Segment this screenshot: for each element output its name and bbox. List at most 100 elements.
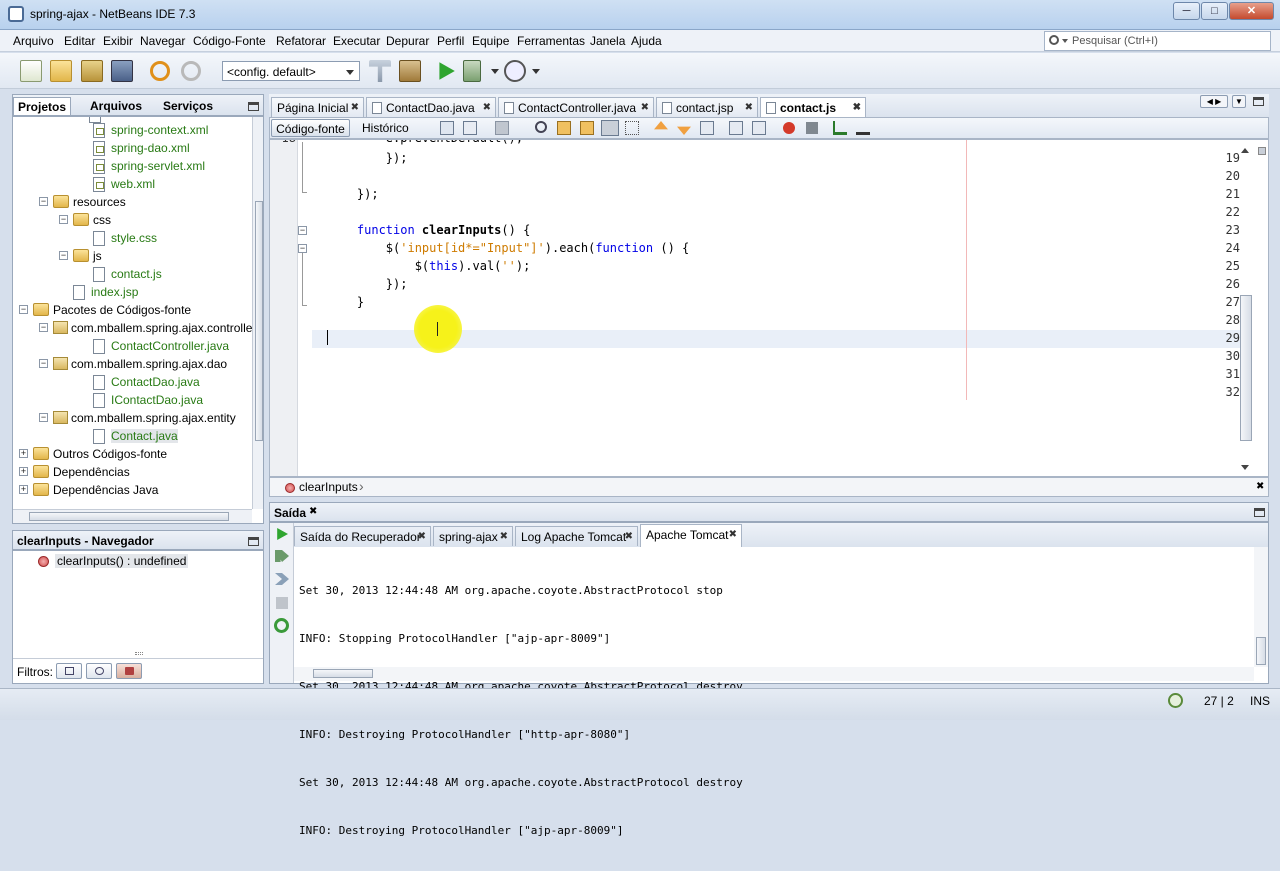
toggle-highlight-icon[interactable] [601, 120, 619, 136]
filter-fields-button[interactable] [56, 663, 82, 679]
filter-static-button[interactable] [86, 663, 112, 679]
close-icon[interactable]: ✖ [351, 102, 359, 113]
collapse-icon[interactable]: − [59, 251, 68, 260]
menu-perfil[interactable]: Perfil [437, 34, 464, 48]
collapse-icon[interactable]: − [19, 305, 28, 314]
menu-arquivo[interactable]: Arquivo [13, 34, 54, 48]
minimize-button[interactable]: ─ [1173, 2, 1200, 20]
close-icon[interactable]: ✖ [309, 506, 317, 517]
chevron-down-icon[interactable]: ▼ [1232, 95, 1246, 108]
find-next-icon[interactable] [580, 121, 594, 135]
tree-item[interactable]: − css [13, 211, 253, 229]
tab-servicos[interactable]: Serviços [159, 97, 217, 115]
tree-item[interactable]: style.css [13, 229, 253, 247]
clean-build-icon[interactable] [399, 60, 421, 82]
tab-historico[interactable]: Histórico [362, 121, 409, 135]
editor-tab-contact-js[interactable]: contact.js ✖ [760, 97, 866, 117]
close-icon[interactable]: ✖ [853, 102, 861, 113]
close-icon[interactable]: ✖ [500, 531, 508, 542]
tree-horizontal-scrollbar[interactable] [13, 509, 252, 523]
tree-item[interactable]: ContactController.java [13, 337, 253, 355]
last-edit-icon[interactable] [440, 121, 454, 135]
find-previous-icon[interactable] [557, 121, 571, 135]
collapse-icon[interactable]: − [39, 197, 48, 206]
menu-executar[interactable]: Executar [333, 34, 380, 48]
scroll-thumb[interactable] [255, 201, 263, 441]
close-icon[interactable]: ✖ [1256, 481, 1264, 492]
scroll-up-icon[interactable] [1241, 148, 1249, 153]
menu-exibir[interactable]: Exibir [103, 34, 133, 48]
filter-private-button[interactable] [116, 663, 142, 679]
close-icon[interactable]: ✖ [641, 102, 649, 113]
stop-icon[interactable] [276, 597, 288, 609]
scroll-thumb[interactable] [313, 669, 373, 678]
tree-item[interactable]: − js [13, 247, 253, 265]
build-hammer-icon[interactable] [369, 60, 391, 82]
tree-vertical-scrollbar[interactable] [252, 117, 263, 509]
scroll-thumb[interactable] [1240, 295, 1252, 441]
tree-item[interactable]: + Dependências [13, 463, 253, 481]
run-icon[interactable] [439, 62, 455, 80]
search-box[interactable]: Pesquisar (Ctrl+I) [1044, 31, 1271, 51]
output-horizontal-scrollbar[interactable] [294, 667, 1254, 681]
start-pattern-icon[interactable] [833, 121, 847, 135]
new-project-icon[interactable] [50, 60, 72, 82]
menu-equipe[interactable]: Equipe [472, 34, 509, 48]
expand-icon[interactable]: + [19, 467, 28, 476]
tab-codigo-fonte[interactable]: Código-fonte [271, 119, 350, 137]
tree-item[interactable]: + Dependências Java [13, 481, 253, 499]
menu-ferramentas[interactable]: Ferramentas [517, 34, 585, 48]
forward-icon[interactable] [495, 121, 509, 135]
output-tab-spring-ajax[interactable]: spring-ajax ✖ [433, 526, 513, 546]
previous-bookmark-icon[interactable] [654, 121, 668, 130]
tree-item[interactable]: − com.mballem.spring.ajax.controller [13, 319, 253, 337]
tree-item[interactable]: contact.js [13, 265, 253, 283]
close-button[interactable]: ✕ [1229, 2, 1274, 20]
output-tab-apache-tomcat[interactable]: Apache Tomcat ✖ [640, 524, 742, 547]
tab-projetos[interactable]: Projetos [13, 97, 72, 115]
output-tab-log-tomcat[interactable]: Log Apache Tomcat ✖ [515, 526, 638, 546]
code-editor[interactable]: e.preventDefault(); 18 19 }); 20 21 }); … [269, 139, 1269, 477]
shift-left-icon[interactable] [729, 121, 743, 135]
tree-item[interactable]: ContactDao.java [13, 373, 253, 391]
find-icon[interactable] [535, 121, 547, 133]
collapse-icon[interactable]: − [39, 323, 48, 332]
tree-item[interactable]: spring-context.xml [13, 121, 253, 139]
minimize-panel-icon[interactable] [1254, 508, 1265, 517]
editor-tab-contact-jsp[interactable]: contact.jsp ✖ [656, 97, 758, 117]
minimize-panel-icon[interactable] [248, 537, 259, 546]
menu-ajuda[interactable]: Ajuda [631, 34, 662, 48]
maximize-editor-icon[interactable] [1253, 97, 1264, 106]
tree-item[interactable]: − com.mballem.spring.ajax.dao [13, 355, 253, 373]
shift-right-icon[interactable] [752, 121, 766, 135]
undo-icon[interactable] [150, 61, 170, 81]
editor-tab-contactdao[interactable]: ContactDao.java ✖ [366, 97, 496, 117]
menu-editar[interactable]: Editar [64, 34, 95, 48]
open-project-icon[interactable] [81, 60, 103, 82]
menu-depurar[interactable]: Depurar [386, 34, 429, 48]
save-all-icon[interactable] [111, 60, 133, 82]
collapse-icon[interactable]: − [59, 215, 68, 224]
collapse-icon[interactable]: − [39, 359, 48, 368]
back-icon[interactable] [463, 121, 477, 135]
tree-item[interactable]: + Outros Códigos-fonte [13, 445, 253, 463]
rerun-with-args-icon[interactable] [275, 550, 289, 562]
scroll-thumb[interactable] [29, 512, 229, 521]
comment-icon[interactable] [856, 121, 870, 135]
menu-refatorar[interactable]: Refatorar [276, 34, 326, 48]
fold-toggle-icon[interactable]: − [298, 244, 307, 253]
tab-arquivos[interactable]: Arquivos [86, 97, 146, 115]
output-tab-recuperador[interactable]: Saída do Recuperador ✖ [294, 526, 431, 546]
profile-icon[interactable] [504, 60, 526, 82]
redo-icon[interactable] [181, 61, 201, 81]
refresh-icon[interactable] [274, 618, 289, 633]
new-file-icon[interactable] [20, 60, 42, 82]
start-macro-icon[interactable] [783, 122, 795, 134]
editor-tab-pagina-inicial[interactable]: Página Inicial ✖ [271, 97, 364, 117]
debug-icon[interactable] [463, 60, 481, 82]
close-icon[interactable]: ✖ [745, 102, 753, 113]
step-icon[interactable] [275, 573, 289, 585]
tree-item[interactable]: spring-dao.xml [13, 139, 253, 157]
menu-janela[interactable]: Janela [590, 34, 625, 48]
scroll-down-icon[interactable] [1241, 465, 1249, 470]
